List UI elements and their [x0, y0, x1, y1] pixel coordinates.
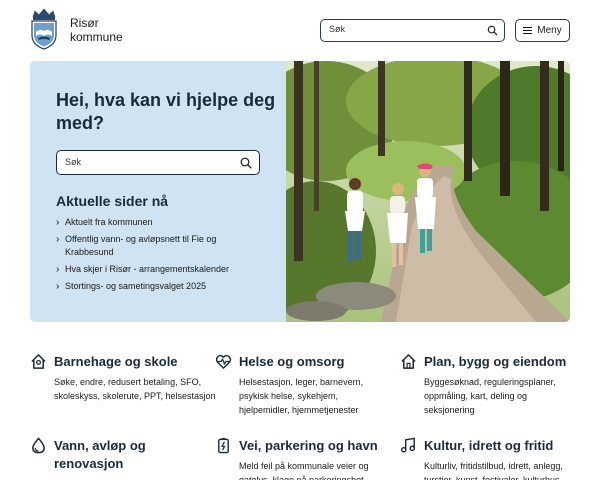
category-culture-sports-leisure[interactable]: Kultur, idrett og fritid Kulturliv, frit… [400, 437, 580, 480]
category-description: Søke, endre, redusert betaling, SFO, sko… [54, 377, 216, 401]
category-title: Kultur, idrett og fritid [424, 438, 554, 453]
brand-line-2: kommune [70, 30, 123, 44]
hamburger-icon [523, 26, 533, 35]
category-plan-building[interactable]: Plan, bygg og eiendom Byggesøknad, regul… [400, 353, 580, 423]
search-icon[interactable] [487, 25, 498, 36]
chevron-right-icon: › [56, 217, 60, 228]
category-health-care[interactable]: Helse og omsorg Helsestasjon, leger, bar… [215, 353, 395, 423]
category-title: Vei, parkering og havn [239, 438, 378, 453]
brand-line-1: Risør [70, 16, 99, 30]
current-page-link[interactable]: › Stortings- og sametingsvalget 2025 [56, 280, 266, 293]
house-icon [401, 354, 416, 369]
category-title: Plan, bygg og eiendom [424, 354, 567, 369]
category-description: Kulturliv, fritidstilbud, idrett, anlegg… [424, 461, 563, 480]
water-drop-icon [32, 437, 45, 454]
menu-button[interactable]: Meny [515, 19, 570, 42]
category-road-parking-harbor[interactable]: Vei, parkering og havn Meld feil på komm… [215, 437, 395, 480]
category-title: Vann, avløp og renovasjon [54, 438, 146, 471]
hero-search-input[interactable]: Søk [56, 150, 260, 175]
chevron-right-icon: › [56, 281, 60, 292]
current-page-link[interactable]: › Aktuelt fra kommunen [56, 216, 266, 229]
category-title: Barnehage og skole [54, 354, 178, 369]
hero-photo-children-forest-path [286, 61, 570, 322]
header-search-input[interactable]: Søk [320, 19, 505, 42]
music-note-icon [400, 437, 416, 453]
category-description: Meld feil på kommunale veier og gatelys,… [239, 461, 369, 480]
category-description: Byggesøknad, reguleringsplaner, oppmålin… [424, 377, 556, 415]
parking-meter-icon [218, 437, 229, 454]
category-water-sewage[interactable]: Vann, avløp og renovasjon [30, 437, 210, 480]
heart-pulse-icon [215, 354, 232, 369]
current-pages-list: › Aktuelt fra kommunen › Offentlig vann- o… [56, 216, 266, 297]
municipal-coat-of-arms-logo[interactable] [30, 8, 58, 50]
header-search-placeholder: Søk [329, 24, 346, 34]
category-kindergarten-school[interactable]: Barnehage og skole Søke, endre, redusert… [30, 353, 216, 423]
current-page-link[interactable]: › Hva skjer i Risør - arrangementskalende… [56, 263, 266, 276]
chevron-right-icon: › [56, 234, 60, 245]
hero-search-placeholder: Søk [65, 157, 82, 167]
current-pages-heading: Aktuelle sider nå [56, 193, 169, 209]
search-icon[interactable] [240, 157, 252, 169]
category-title: Helse og omsorg [239, 354, 345, 369]
brand-name[interactable]: Risør kommune [70, 16, 123, 44]
category-description: Helsestasjon, leger, barnevern, psykisk … [239, 377, 364, 415]
site-header: Risør kommune Søk Meny [0, 0, 600, 60]
house-child-icon [31, 354, 46, 369]
current-page-link[interactable]: › Offentlig vann- og avløpsnett til Fie o… [56, 233, 266, 259]
menu-label: Meny [537, 25, 562, 36]
hero-title: Hei, hva kan vi hjelpe deg med? [56, 90, 276, 133]
chevron-right-icon: › [56, 264, 60, 275]
